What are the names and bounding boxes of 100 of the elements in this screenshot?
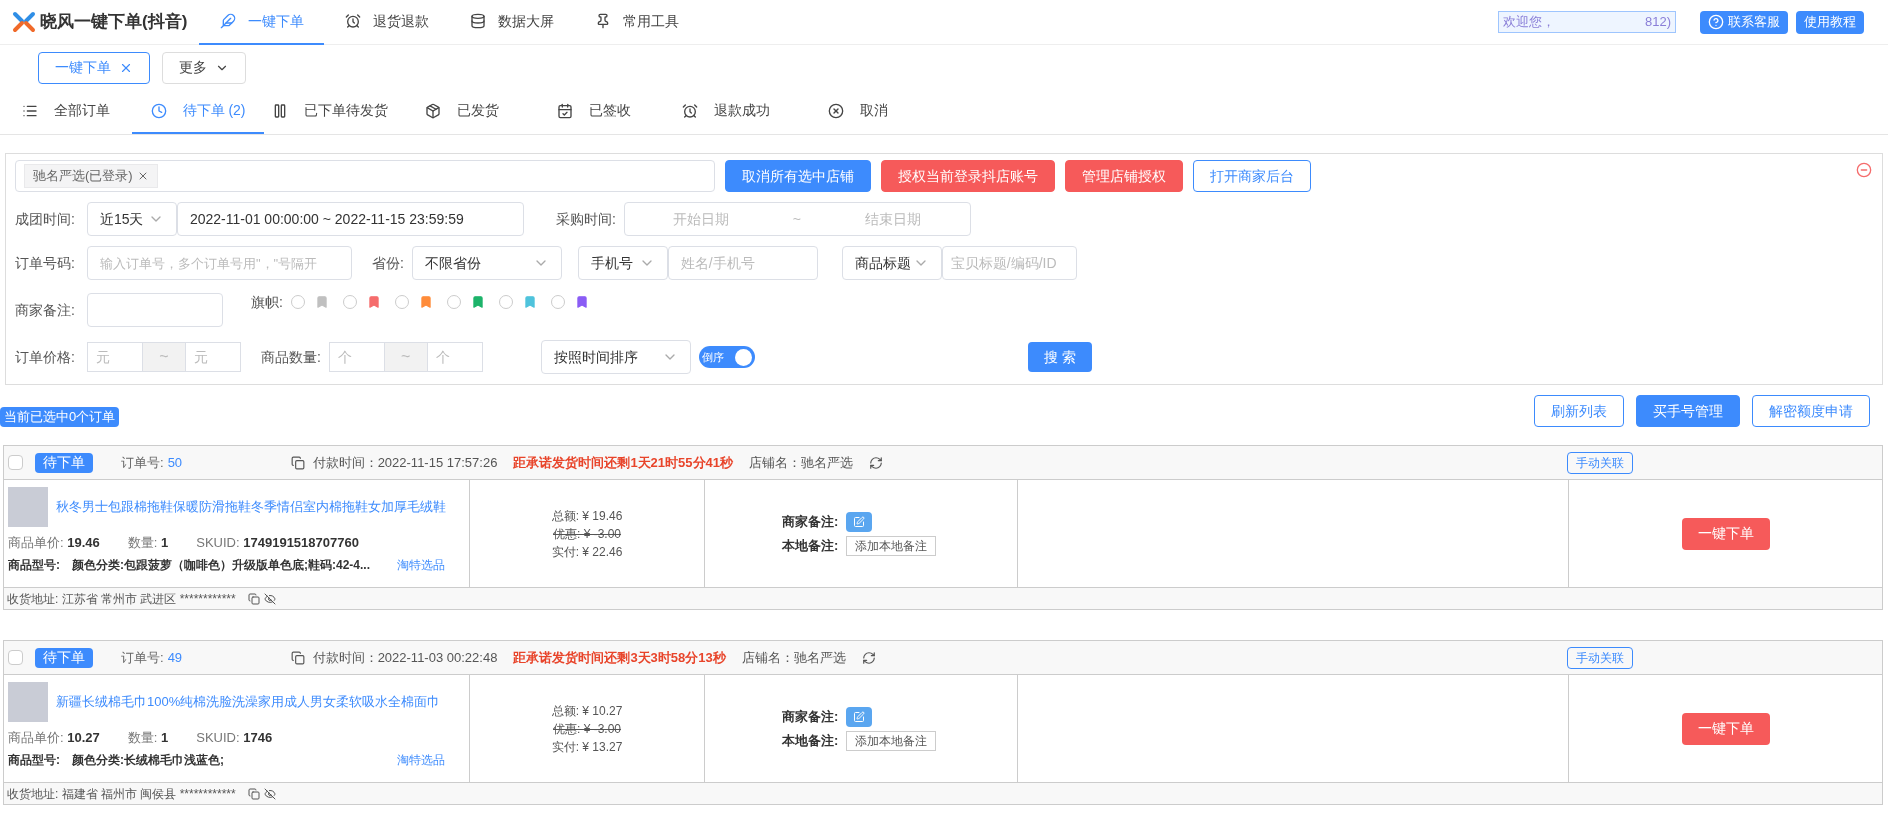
shop-field[interactable]: 驰名严选(已登录) <box>15 160 715 192</box>
status-tab[interactable]: 已签收 <box>528 89 660 134</box>
field-label: 采购时间: <box>555 211 616 227</box>
order-number-field[interactable]: 输入订单号，多个订单号用"，"号隔开 <box>86 246 352 280</box>
refresh-icon[interactable] <box>861 650 876 665</box>
nav-tab[interactable]: 常用工具 <box>574 0 700 45</box>
shop-name: 店铺名：驰名严选 <box>741 648 846 667</box>
add-note-button[interactable]: 添加本地备注 <box>846 730 937 751</box>
model-label: 商品型号: <box>8 556 60 574</box>
product-type-select[interactable]: 商品标题 <box>841 246 942 280</box>
list-button[interactable]: 刷新列表 <box>1534 395 1624 427</box>
order-checkbox[interactable] <box>8 650 23 665</box>
discount-amount: 优惠: ¥ -3.00 <box>553 525 621 543</box>
max-price-field[interactable]: 元 <box>184 342 241 372</box>
range-separator: ~ <box>792 209 801 229</box>
order-now-button[interactable]: 一键下单 <box>1681 712 1770 745</box>
shop-button[interactable]: 取消所有选中店铺 <box>725 160 871 192</box>
end-date-placeholder: 结束日期 <box>864 209 921 229</box>
copy-icon[interactable] <box>290 455 305 470</box>
manual-link-button[interactable]: 手动关联 <box>1567 646 1633 669</box>
nav-tab[interactable]: 一键下单 <box>199 0 325 45</box>
nav-tab[interactable]: 退货退款 <box>324 0 450 45</box>
unit-price: 商品单价: 19.46 <box>8 534 100 552</box>
sort-select[interactable]: 按照时间排序 <box>540 340 691 374</box>
quantity: 数量: 1 <box>127 729 169 747</box>
shipping-deadline: 距承诺发货时间还剩1天21时55分41秒 <box>513 453 733 472</box>
product-title[interactable]: 秋冬男士包跟棉拖鞋保暖防滑拖鞋冬季情侣室内棉拖鞋女加厚毛绒鞋 <box>56 497 446 517</box>
min-quantity-field[interactable]: 个 <box>328 342 385 372</box>
nav-tab[interactable]: 数据大屏 <box>449 0 575 45</box>
quantity: 数量: 1 <box>127 534 169 552</box>
total-amount: 总额: ¥ 10.27 <box>551 702 623 720</box>
shop-button[interactable]: 管理店铺授权 <box>1065 160 1183 192</box>
preset-select[interactable]: 近15天 <box>86 202 177 236</box>
header-button[interactable]: 联系客服 <box>1700 10 1788 34</box>
copy-icon[interactable] <box>247 592 260 605</box>
unit-price: 商品单价: 10.27 <box>8 729 100 747</box>
shop-tag: 驰名严选(已登录) <box>24 164 158 188</box>
status-tab[interactable]: 退款成功 <box>660 89 792 134</box>
search-button[interactable]: 搜 索 <box>1027 342 1092 372</box>
shop-button[interactable]: 授权当前登录抖店账号 <box>881 160 1055 192</box>
hide-icon[interactable] <box>263 592 276 605</box>
field-label: 成团时间: <box>15 209 75 229</box>
open-tab[interactable]: 一键下单 <box>38 51 150 84</box>
status-tab[interactable]: 已下单待发货 <box>264 89 396 134</box>
max-quantity-field[interactable]: 个 <box>426 342 483 372</box>
sku-id: SKUID: 1749191518707760 <box>196 534 359 552</box>
order-checkbox[interactable] <box>8 455 23 470</box>
min-price-field[interactable]: 元 <box>86 342 143 372</box>
manual-link-button[interactable]: 手动关联 <box>1567 451 1633 474</box>
copy-icon[interactable] <box>247 787 260 800</box>
local-note-label: 本地备注: <box>782 731 839 750</box>
status-tab[interactable]: 待下单 (2) <box>132 89 264 134</box>
edit-note-button[interactable] <box>846 511 873 532</box>
product-field[interactable]: 宝贝标题/编码/ID <box>941 246 1077 280</box>
list-button[interactable]: 买手号管理 <box>1636 395 1740 427</box>
status-tab[interactable]: 取消 <box>792 89 924 134</box>
edit-icon <box>853 515 866 528</box>
pick-link[interactable]: 淘特选品 <box>397 555 445 574</box>
date-range-field[interactable]: 开始日期 ~ 结束日期 <box>623 202 971 236</box>
hide-icon[interactable] <box>263 787 276 800</box>
product-photo-placeholder <box>8 487 48 527</box>
add-note-button[interactable]: 添加本地备注 <box>846 535 937 556</box>
model-value: 颜色分类:包跟菠萝（咖啡色）升级版单色底;鞋码:42-4... <box>72 556 370 574</box>
start-date-placeholder: 开始日期 <box>672 209 729 229</box>
refresh-icon[interactable] <box>869 455 883 470</box>
field-label: 商家备注: <box>15 300 75 320</box>
order-toggle[interactable]: 倒序 <box>698 346 755 368</box>
shipping-address: 收货地址: 江苏省 常州市 武进区 ************ <box>7 590 236 608</box>
order-number: 49 <box>167 648 184 667</box>
payment-time: 付款时间：2022-11-03 00:22:48 <box>312 648 498 667</box>
header-button[interactable]: 使用教程 <box>1796 10 1864 34</box>
pause-icon <box>272 102 288 119</box>
status-tab[interactable]: 全部订单 <box>0 89 132 134</box>
shop-button[interactable]: 打开商家后台 <box>1193 160 1311 192</box>
edit-icon <box>853 710 866 723</box>
merchant-note-field[interactable] <box>86 293 223 327</box>
shipping-address: 收货地址: 福建省 福州市 闽侯县 ************ <box>7 785 236 803</box>
list-button[interactable]: 解密额度申请 <box>1752 395 1870 427</box>
edit-note-button[interactable] <box>846 706 873 727</box>
contact-field[interactable]: 姓名/手机号 <box>667 246 818 280</box>
open-tab[interactable]: 更多 <box>162 51 246 84</box>
payment-time: 付款时间：2022-11-15 17:57:26 <box>312 453 498 472</box>
paid-amount: 实付: ¥ 13.27 <box>551 738 623 756</box>
collapse-icon[interactable] <box>1856 162 1872 178</box>
copy-icon[interactable] <box>290 650 305 665</box>
clock-icon <box>150 102 167 119</box>
field-label: 订单价格: <box>15 347 75 367</box>
pick-link[interactable]: 淘特选品 <box>397 750 445 769</box>
province-select[interactable]: 不限省份 <box>411 246 562 280</box>
date-range-field[interactable]: 2022-11-01 00:00:00 ~ 2022-11-15 23:59:59 <box>176 202 524 236</box>
merchant-note-label: 商家备注: <box>782 512 839 531</box>
total-amount: 总额: ¥ 19.46 <box>551 507 623 525</box>
discount-amount: 优惠: ¥ -3.00 <box>553 720 621 738</box>
status-tab[interactable]: 已发货 <box>396 89 528 134</box>
model-value: 颜色分类:长绒棉毛巾浅蓝色; <box>72 751 224 769</box>
order-now-button[interactable]: 一键下单 <box>1681 517 1770 550</box>
range-separator: ~ <box>384 342 427 372</box>
sku-id: SKUID: 1746 <box>196 729 273 747</box>
contact-type-select[interactable]: 手机号 <box>577 246 668 280</box>
product-title[interactable]: 新疆长绒棉毛巾100%纯棉洗脸洗澡家用成人男女柔软吸水全棉面巾 <box>56 692 441 712</box>
